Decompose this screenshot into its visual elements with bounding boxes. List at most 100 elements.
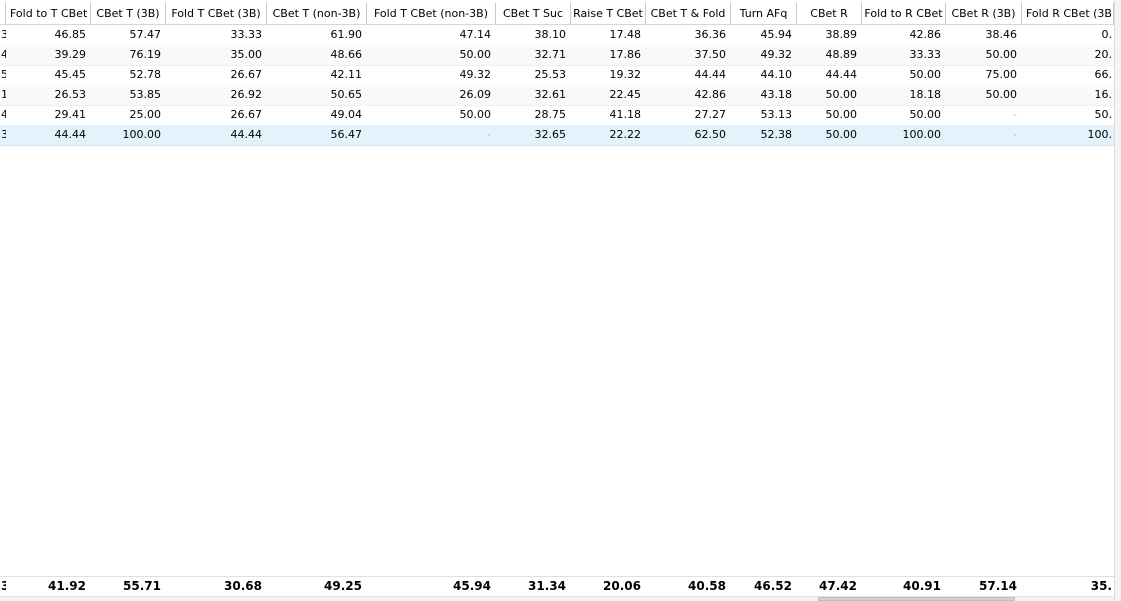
cell-cbet-t-fold: 36.36 (694, 28, 727, 41)
cell-cbet-r-3b: - (1013, 108, 1017, 121)
cell-raise-t-cbet: 41.18 (609, 108, 642, 121)
cell-cbet-t-3b: 52.78 (129, 68, 162, 81)
table-row[interactable]: 4 39.29 76.19 35.00 48.66 50.00 32.71 17.86 37.5… (0, 45, 1114, 66)
cell-cbet-t-suc: 32.61 (534, 88, 567, 101)
total-cbet-t-non-3b: 49.25 (324, 579, 362, 593)
cell-cbet-r: 38.89 (825, 28, 858, 41)
cell-cbet-t-3b: 25.00 (129, 108, 162, 121)
cell-fold-r-cbet-3b: 50. (1094, 108, 1113, 121)
cell-fold-r-cbet-3b: 20. (1094, 48, 1113, 61)
cell-turn-afq: 49.32 (760, 48, 793, 61)
cell-fold-to-t-cbet: 45.45 (54, 68, 87, 81)
total-turn-afq: 46.52 (754, 579, 792, 593)
cell-turn-afq: 43.18 (760, 88, 793, 101)
total-fold-t-cbet-3b: 30.68 (224, 579, 262, 593)
cell-fold-to-r-cbet: 33.33 (909, 48, 942, 61)
cell-fold-t-cbet-non-3b: - (487, 128, 491, 141)
cell-cbet-r-3b: 38.46 (985, 28, 1018, 41)
column-header-cbet-t-non-3b[interactable]: CBet T (non-3B) (267, 3, 367, 24)
total-fold-r-cbet-3b: 35. (1090, 579, 1112, 593)
cell-cbet-t-fold: 27.27 (694, 108, 727, 121)
cell-raise-t-cbet: 22.45 (609, 88, 642, 101)
horizontal-scrollbar-thumb[interactable] (818, 597, 1015, 601)
column-header-fold-to-t-cbet[interactable]: Fold to T CBet (6, 3, 91, 24)
table-row-selected[interactable]: 3 44.44 100.00 44.44 56.47-32.65 22.22 62.50 52… (0, 125, 1114, 146)
cell-cbet-t-non-3b: 50.65 (330, 88, 363, 101)
cell-cbet-t-3b: 53.85 (129, 88, 162, 101)
cell-fold-t-cbet-3b: 26.67 (230, 108, 263, 121)
column-header-cbet-t-fold[interactable]: CBet T & Fold (646, 3, 731, 24)
column-header-cbet-r-3b[interactable]: CBet R (3B) (946, 3, 1022, 24)
cell-cbet-t-fold: 62.50 (694, 128, 727, 141)
cell-cbet-t-non-3b: 56.47 (330, 128, 363, 141)
cell-cbet-r: 50.00 (825, 108, 858, 121)
cell-fold-to-t-cbet: 39.29 (54, 48, 87, 61)
cell-fold-t-cbet-non-3b: 49.32 (459, 68, 492, 81)
total-cbet-t-3b: 55.71 (123, 579, 161, 593)
column-header-cbet-r[interactable]: CBet R (797, 3, 862, 24)
total-cbet-t-suc: 31.34 (528, 579, 566, 593)
cell-raise-t-cbet: 19.32 (609, 68, 642, 81)
cell-fold-r-cbet-3b: 16. (1094, 88, 1113, 101)
cell-fold-to-r-cbet: 100.00 (902, 128, 942, 141)
vertical-scrollbar[interactable] (1114, 0, 1121, 601)
cell-cbet-t-fold: 44.44 (694, 68, 727, 81)
cell-fold-to-t-cbet: 46.85 (54, 28, 87, 41)
cell-cbet-t-suc: 28.75 (534, 108, 567, 121)
total-fold-to-r-cbet: 40.91 (903, 579, 941, 593)
cell-cbet-r: 44.44 (825, 68, 858, 81)
total-fold-to-t-cbet: 41.92 (48, 579, 86, 593)
cell-cbet-t-non-3b: 42.11 (330, 68, 363, 81)
cell-cbet-t-suc: 32.65 (534, 128, 567, 141)
table-row[interactable]: 4 29.41 25.00 26.67 49.04 50.00 28.75 41.18 27.2… (0, 105, 1114, 126)
cell-fold-r-cbet-3b: 66. (1094, 68, 1113, 81)
cell-fold-to-r-cbet: 50.00 (909, 108, 942, 121)
cell-cbet-r: 50.00 (825, 128, 858, 141)
cell-cbet-t-non-3b: 49.04 (330, 108, 363, 121)
cell-cbet-r-3b: 50.00 (985, 88, 1018, 101)
cell-cbet-t-3b: 57.47 (129, 28, 162, 41)
column-header-fold-to-r-cbet[interactable]: Fold to R CBet (862, 3, 946, 24)
cell-fold-t-cbet-3b: 26.67 (230, 68, 263, 81)
cell-turn-afq: 44.10 (760, 68, 793, 81)
column-header-cbet-t-3b[interactable]: CBet T (3B) (91, 3, 166, 24)
column-header-turn-afq[interactable]: Turn AFq (731, 3, 797, 24)
cell-cbet-r: 50.00 (825, 88, 858, 101)
table-row[interactable]: 3 46.85 57.47 33.33 61.90 47.14 38.10 17.48 36.3… (0, 25, 1114, 46)
cell-fold-to-t-cbet: 26.53 (54, 88, 87, 101)
cell-cbet-t-3b: 76.19 (129, 48, 162, 61)
cell-fold-to-r-cbet: 18.18 (909, 88, 942, 101)
cell-turn-afq: 53.13 (760, 108, 793, 121)
cell-cbet-t-fold: 37.50 (694, 48, 727, 61)
cell-fold-r-cbet-3b: 0. (1101, 28, 1113, 41)
cell-turn-afq: 45.94 (760, 28, 793, 41)
table-row[interactable]: 1 26.53 53.85 26.92 50.65 26.09 32.61 22.45 42.8… (0, 85, 1114, 106)
cell-fold-to-t-cbet: 29.41 (54, 108, 87, 121)
cell-fold-t-cbet-non-3b: 50.00 (459, 48, 492, 61)
column-header-row: Fold to T CBet CBet T (3B) Fold T CBet (3B… (0, 3, 1114, 25)
table-row[interactable]: 5 45.45 52.78 26.67 42.11 49.32 25.53 19.32 44.4… (0, 65, 1114, 86)
cell-cbet-r: 48.89 (825, 48, 858, 61)
horizontal-scrollbar[interactable] (0, 596, 1114, 601)
cell-fold-t-cbet-3b: 35.00 (230, 48, 263, 61)
column-header-raise-t-cbet[interactable]: Raise T CBet (571, 3, 646, 24)
cell-fold-to-r-cbet: 42.86 (909, 28, 942, 41)
total-cbet-r: 47.42 (819, 579, 857, 593)
column-header-fold-r-cbet-3b[interactable]: Fold R CBet (3B (1022, 3, 1114, 24)
cell-fold-t-cbet-3b: 33.33 (230, 28, 263, 41)
cell-cbet-r-3b: - (1013, 128, 1017, 141)
cell-fold-t-cbet-non-3b: 47.14 (459, 28, 492, 41)
cell-cbet-t-suc: 38.10 (534, 28, 567, 41)
cell-cbet-r-3b: 50.00 (985, 48, 1018, 61)
cell-raise-t-cbet: 22.22 (609, 128, 642, 141)
cell-fold-t-cbet-non-3b: 50.00 (459, 108, 492, 121)
column-header-cbet-t-suc[interactable]: CBet T Suc (496, 3, 571, 24)
stats-grid[interactable]: Fold to T CBet CBet T (3B) Fold T CBet (3B… (0, 0, 1114, 601)
cell-cbet-t-suc: 32.71 (534, 48, 567, 61)
cell-fold-t-cbet-non-3b: 26.09 (459, 88, 492, 101)
cell-cbet-t-suc: 25.53 (534, 68, 567, 81)
cell-fold-t-cbet-3b: 44.44 (230, 128, 263, 141)
column-header-fold-t-cbet-3b[interactable]: Fold T CBet (3B) (166, 3, 267, 24)
column-header-fold-t-cbet-non-3b[interactable]: Fold T CBet (non-3B) (367, 3, 496, 24)
total-fold-t-cbet-non-3b: 45.94 (453, 579, 491, 593)
